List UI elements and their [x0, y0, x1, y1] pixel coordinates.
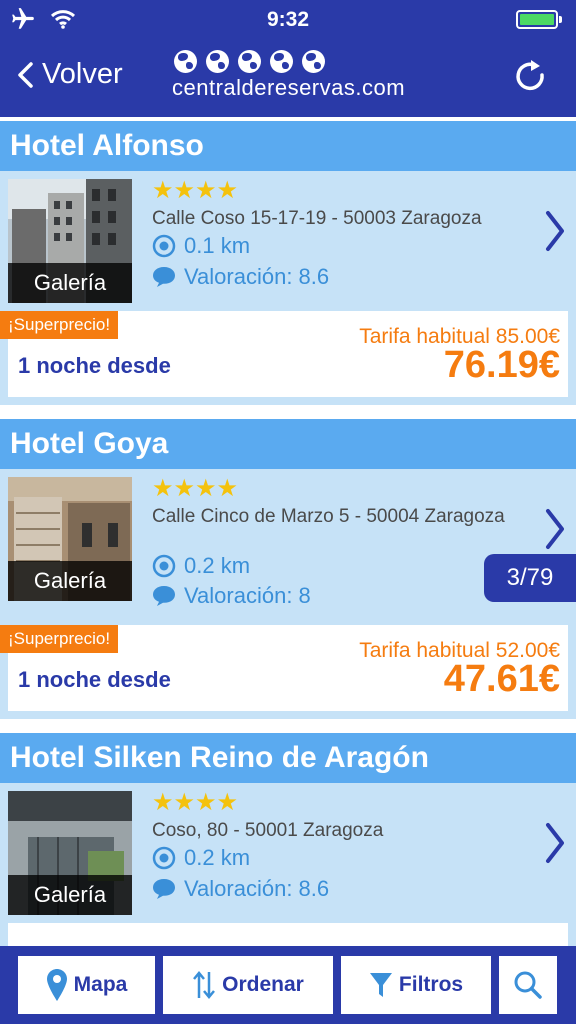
- sort-button[interactable]: Ordenar: [163, 956, 333, 1014]
- search-icon: [514, 971, 542, 999]
- rating-value: Valoración: 8.6: [184, 264, 330, 289]
- star-rating: ★★★★: [152, 791, 238, 815]
- speech-bubble-icon: [153, 267, 175, 287]
- hotel-address: Calle Coso 15-17-19 - 50003 Zaragoza: [152, 208, 482, 229]
- hotel-rating: Valoración: 8.6: [152, 264, 329, 290]
- chevron-left-icon: [18, 61, 33, 88]
- logo-globes: [174, 50, 418, 73]
- hotel-rating: Valoración: 8: [152, 583, 311, 609]
- rating-value: Valoración: 8.6: [184, 876, 330, 901]
- search-button[interactable]: [499, 956, 557, 1014]
- hotel-card[interactable]: Hotel Alfonso Galería ★★★★ Calle Coso 15…: [0, 121, 576, 405]
- globe-icon: [206, 50, 229, 73]
- price-value: 76.19€: [443, 344, 560, 386]
- bottom-toolbar: Mapa Ordenar Filtros: [0, 946, 576, 1024]
- map-label: Mapa: [73, 973, 128, 996]
- hotel-name: Hotel Alfonso: [0, 121, 576, 171]
- filter-label: Filtros: [398, 973, 464, 996]
- hotel-card[interactable]: Hotel Silken Reino de Aragón Galería ★★★…: [0, 733, 576, 947]
- globe-icon: [270, 50, 293, 73]
- distance-value: 0.1 km: [184, 233, 251, 258]
- night-label: 1 noche desde: [18, 667, 171, 692]
- hotel-photo[interactable]: Galería: [8, 477, 132, 601]
- hotel-distance: 0.1 km: [152, 233, 250, 259]
- star-rating: ★★★★: [152, 179, 238, 203]
- location-target-icon: [152, 554, 176, 578]
- hotel-list[interactable]: Hotel Alfonso Galería ★★★★ Calle Coso 15…: [0, 117, 576, 947]
- card-spacer: [0, 711, 576, 719]
- hotel-name: Hotel Silken Reino de Aragón: [0, 733, 576, 783]
- globe-icon: [174, 50, 197, 73]
- price-value: 47.61€: [443, 658, 560, 700]
- funnel-icon: [369, 973, 392, 997]
- filter-button[interactable]: Filtros: [341, 956, 491, 1014]
- refresh-icon: [516, 60, 544, 91]
- night-label: 1 noche desde: [18, 353, 171, 378]
- map-pin-icon: [46, 969, 67, 1001]
- stars-icon: ★★★★: [152, 177, 239, 204]
- chevron-right-icon[interactable]: [544, 821, 566, 876]
- sort-label: Ordenar: [222, 973, 304, 996]
- gallery-label[interactable]: Galería: [8, 875, 132, 915]
- card-spacer: [0, 397, 576, 405]
- location-target-icon: [152, 846, 176, 870]
- promo-badge: ¡Superprecio!: [0, 625, 119, 653]
- battery-level: [520, 14, 554, 25]
- hotel-address: Coso, 80 - 50001 Zaragoza: [152, 820, 384, 841]
- promo-badge: ¡Superprecio!: [0, 311, 119, 339]
- sort-arrows-icon: [193, 971, 216, 999]
- hotel-distance: 0.2 km: [152, 845, 250, 871]
- chevron-right-icon[interactable]: [544, 209, 566, 264]
- hotel-details: Galería ★★★★ Calle Coso 15-17-19 - 50003…: [0, 171, 576, 311]
- hotel-details: Galería ★★★★ Coso, 80 - 50001 Zaragoza 0…: [0, 783, 576, 923]
- status-time: 9:32: [266, 8, 310, 31]
- hotel-photo[interactable]: Galería: [8, 791, 132, 915]
- stars-icon: ★★★★: [152, 789, 239, 816]
- hotel-rating: Valoración: 8.6: [152, 876, 329, 902]
- hotel-address: Calle Cinco de Marzo 5 - 50004 Zaragoza: [152, 506, 505, 527]
- hotel-distance: 0.2 km: [152, 553, 250, 579]
- gallery-label[interactable]: Galería: [8, 263, 132, 303]
- back-button[interactable]: Volver: [16, 58, 123, 91]
- globe-icon: [302, 50, 325, 73]
- price-box[interactable]: ¡Superprecio! Tarifa habitual 85.00€ 1 n…: [0, 311, 568, 397]
- brand-logo: centraldereservas.com: [172, 50, 418, 101]
- distance-value: 0.2 km: [184, 553, 251, 578]
- logo-text: centraldereservas.com: [172, 75, 406, 100]
- battery-icon: [516, 10, 562, 29]
- globe-icon: [238, 50, 261, 73]
- refresh-button[interactable]: [512, 58, 550, 96]
- speech-bubble-icon: [153, 879, 175, 899]
- hotel-card-body: Hotel Silken Reino de Aragón Galería ★★★…: [0, 733, 576, 947]
- nav-bar: Volver centraldereservas.com: [0, 44, 576, 114]
- hotel-card-body: Hotel Alfonso Galería ★★★★ Calle Coso 15…: [0, 121, 576, 405]
- stars-icon: ★★★★: [152, 475, 239, 502]
- price-box[interactable]: [8, 923, 568, 947]
- result-counter: 3/79: [484, 554, 576, 602]
- gallery-label[interactable]: Galería: [8, 561, 132, 601]
- speech-bubble-icon: [153, 586, 175, 606]
- price-box[interactable]: ¡Superprecio! Tarifa habitual 52.00€ 1 n…: [0, 625, 568, 711]
- map-button[interactable]: Mapa: [18, 956, 155, 1014]
- hotel-name: Hotel Goya: [0, 419, 576, 469]
- status-bar: 9:32: [0, 0, 576, 40]
- location-target-icon: [152, 234, 176, 258]
- hotel-photo[interactable]: Galería: [8, 179, 132, 303]
- rating-value: Valoración: 8: [184, 583, 311, 608]
- distance-value: 0.2 km: [184, 845, 251, 870]
- back-label: Volver: [42, 58, 123, 90]
- star-rating: ★★★★: [152, 477, 238, 501]
- app-header: 9:32 Volver centraldereservas.com: [0, 0, 576, 117]
